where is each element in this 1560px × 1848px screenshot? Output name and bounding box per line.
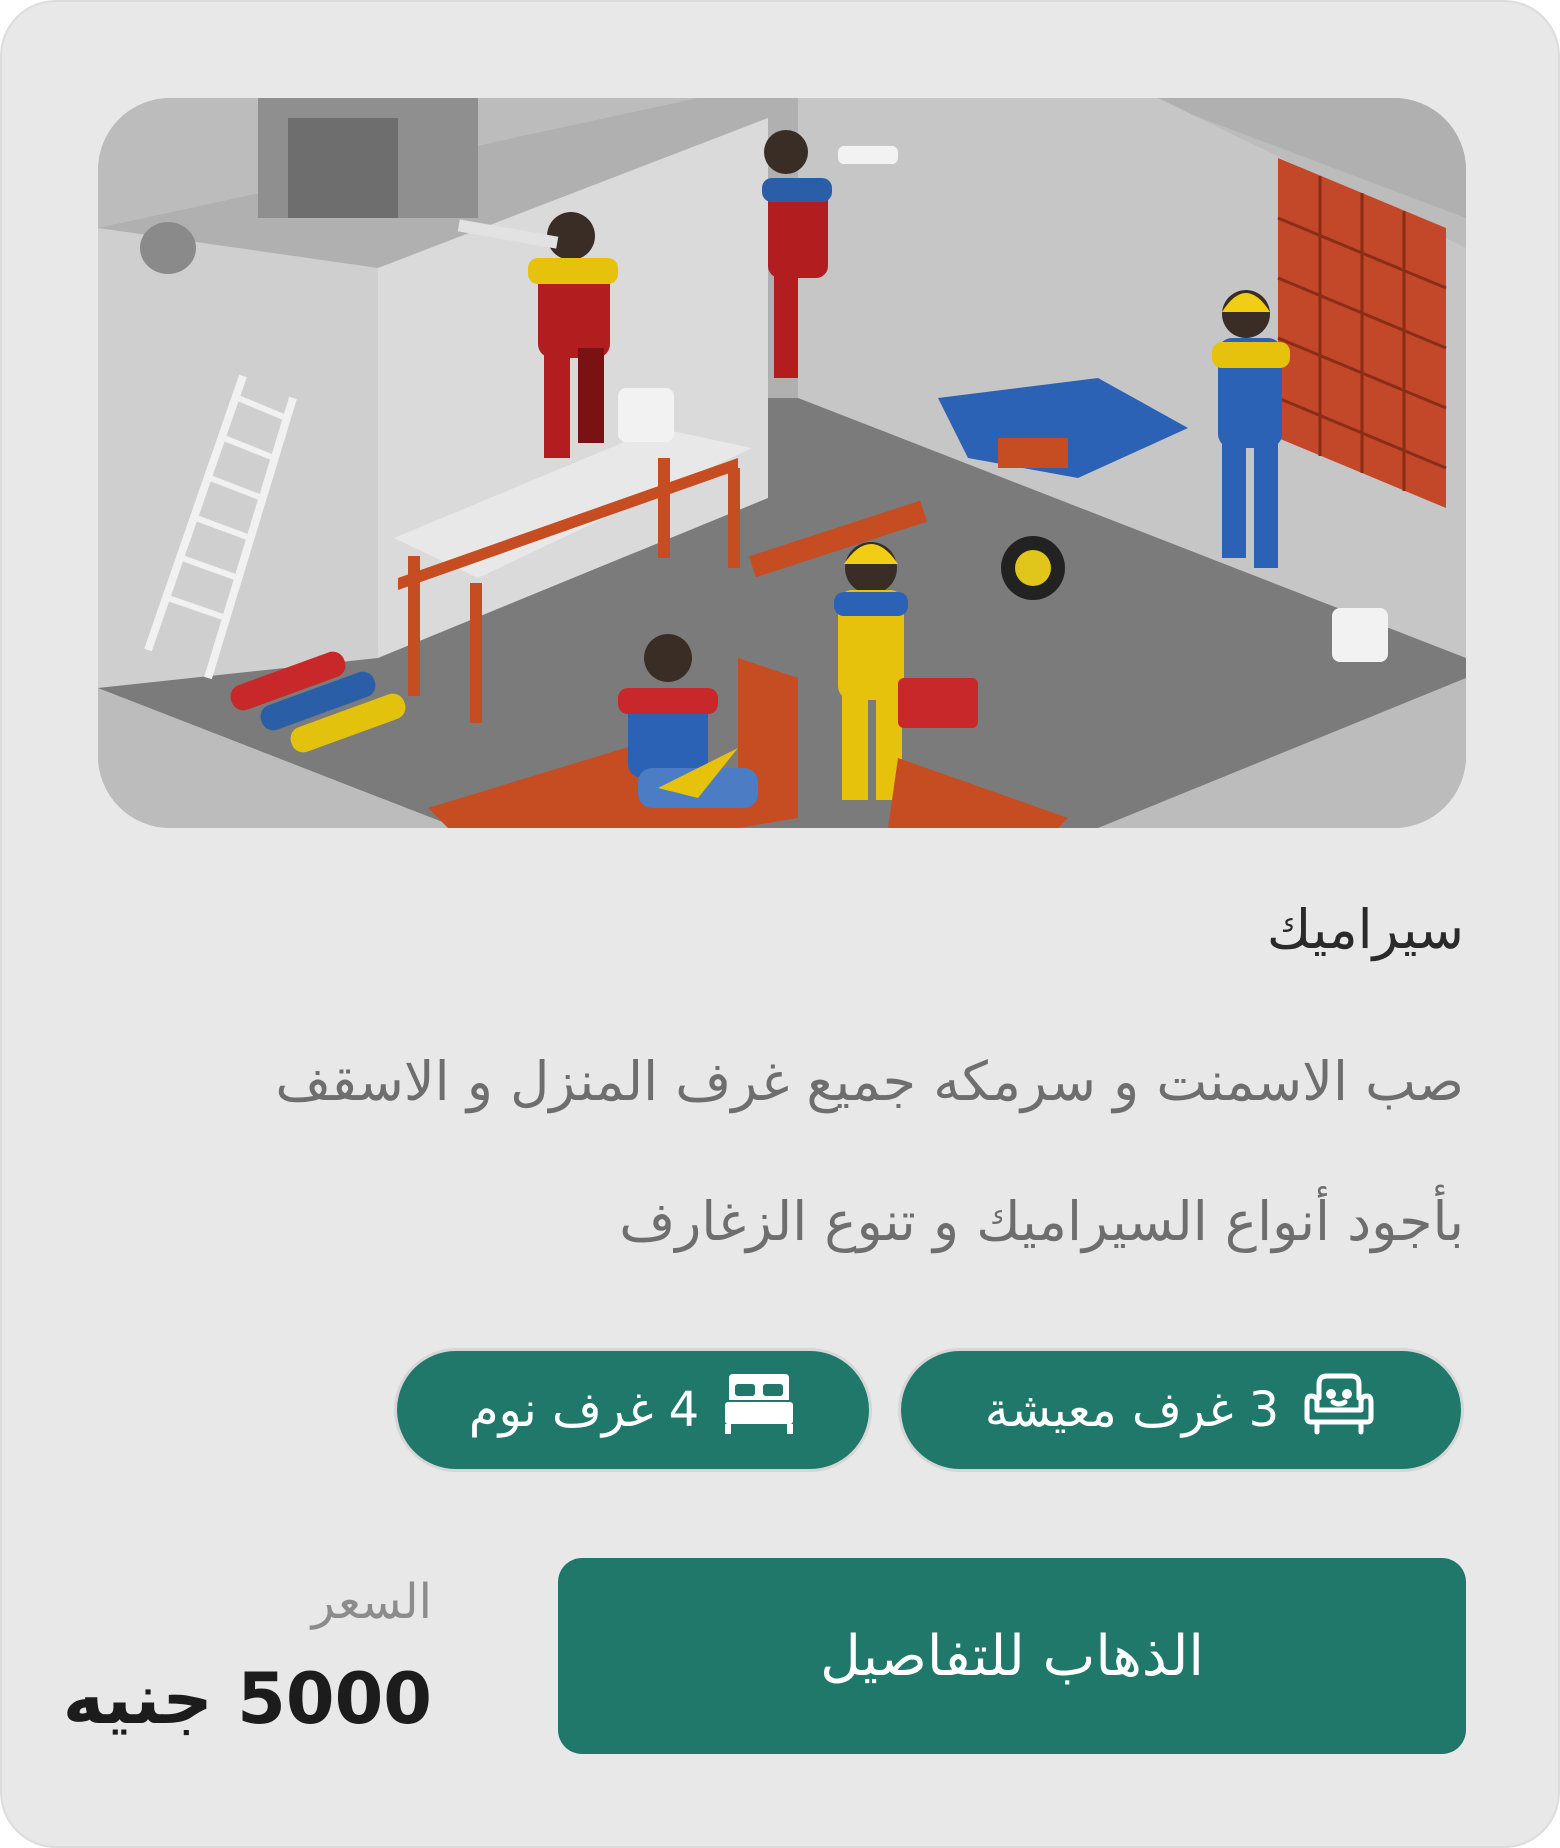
bed-icon: [721, 1368, 797, 1452]
price-value: 5000 جنيه: [62, 1658, 432, 1740]
bedrooms-badge: 4 غرف نوم: [394, 1348, 872, 1472]
price-label: السعر: [311, 1574, 432, 1630]
service-title: سيراميك: [1266, 898, 1464, 961]
living-rooms-label: 3 غرف معيشة: [984, 1382, 1280, 1438]
service-description: صب الاسمنت و سرمكه جميع غرف المنزل و الا…: [164, 1012, 1464, 1292]
service-card: سيراميك صب الاسمنت و سرمكه جميع غرف المن…: [0, 0, 1560, 1848]
description-line: صب الاسمنت و سرمكه جميع غرف المنزل و الا…: [275, 1050, 1464, 1113]
description-line: بأجود أنواع السيراميك و تنوع الزغارف: [619, 1190, 1464, 1253]
sofa-icon: [1301, 1368, 1377, 1452]
bedrooms-label: 4 غرف نوم: [468, 1382, 700, 1438]
living-rooms-badge: 3 غرف معيشة: [898, 1348, 1464, 1472]
go-to-details-button[interactable]: الذهاب للتفاصيل: [558, 1558, 1466, 1754]
construction-workers-illustration: [98, 98, 1466, 828]
hero-illustration: [98, 98, 1466, 828]
